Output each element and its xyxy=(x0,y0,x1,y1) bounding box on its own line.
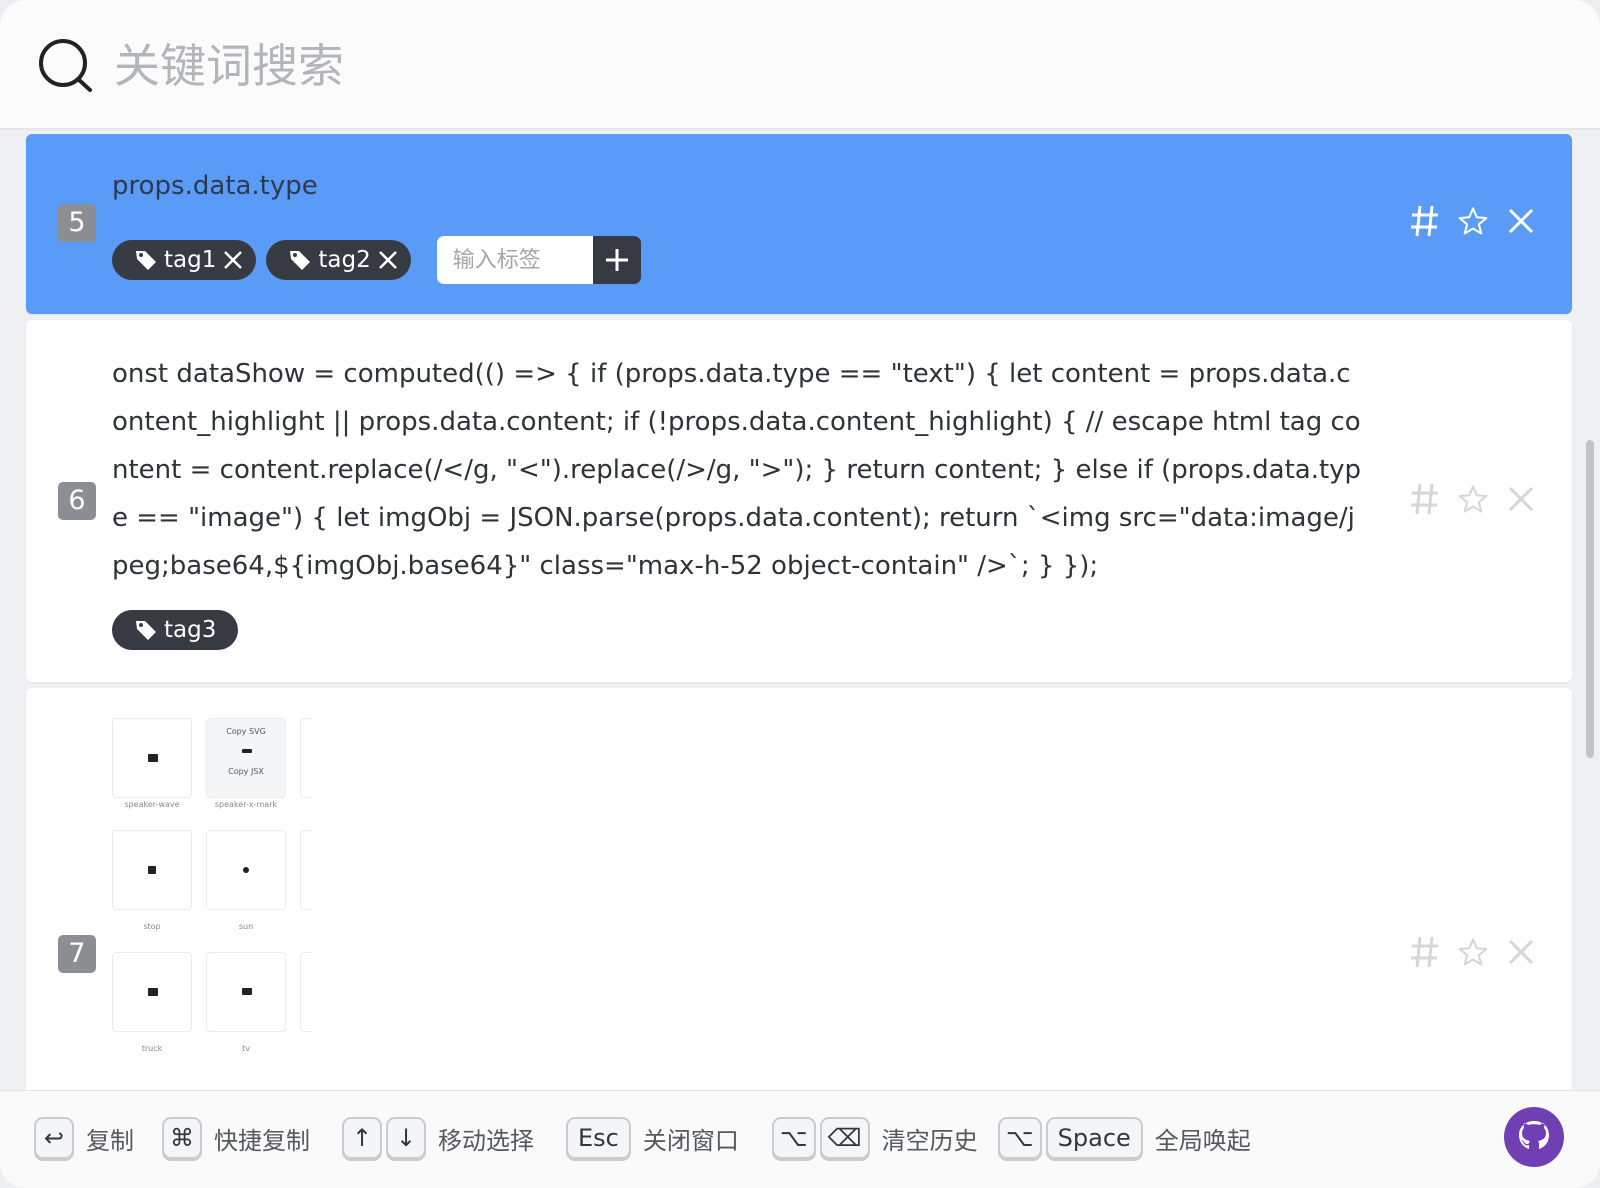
key-delete: ⌫ xyxy=(819,1117,870,1159)
icon-cell xyxy=(206,830,286,910)
key-return: ↩ xyxy=(34,1117,74,1159)
item-index-badge: 5 xyxy=(58,204,96,242)
hint-label: 关闭窗口 xyxy=(642,1126,739,1155)
cell-label: speaker-x-mark xyxy=(214,800,278,809)
hint-label: 复制 xyxy=(86,1126,134,1155)
tag-label: tag2 xyxy=(318,247,371,273)
hint-global: ⌥ Space 全局唤起 xyxy=(998,1115,1251,1161)
image-preview: Copy SVG Copy JSX speaker-wave speaker-x… xyxy=(112,718,312,1068)
tag-label: tag3 xyxy=(164,617,217,643)
tag-icon xyxy=(134,248,158,272)
hint-label: 清空历史 xyxy=(881,1126,978,1155)
scrollbar[interactable] xyxy=(1586,440,1594,758)
item-text: onst dataShow = computed(() => { if (pro… xyxy=(112,359,1362,581)
item-actions xyxy=(1410,935,1536,969)
tag-remove-icon[interactable] xyxy=(222,249,244,271)
tag-icon xyxy=(288,248,312,272)
star-icon[interactable] xyxy=(1458,935,1488,969)
hint-move: ↑ ↓ 移动选择 xyxy=(342,1115,534,1161)
close-icon[interactable] xyxy=(1506,204,1536,238)
tag-list: tag3 xyxy=(112,610,239,650)
shortcut-footer: ↩ 复制 ⌘ 快捷复制 ↑ ↓ 移动选择 Esc 关闭窗口 ⌥ ⌫ 清空历史 ⌥… xyxy=(0,1090,1600,1188)
tag-input[interactable] xyxy=(436,236,593,284)
tag-input-group xyxy=(436,236,641,284)
icon-cell: Copy SVG Copy JSX xyxy=(206,718,286,798)
key-space: Space xyxy=(1045,1117,1143,1159)
close-icon[interactable] xyxy=(1506,935,1536,969)
add-tag-button[interactable] xyxy=(592,236,641,284)
hash-icon[interactable] xyxy=(1410,935,1440,969)
key-down: ↓ xyxy=(386,1117,426,1159)
item-index-badge: 6 xyxy=(58,482,96,520)
cell-label: stop xyxy=(143,922,161,931)
icon-cell xyxy=(112,952,192,1032)
tag-chip[interactable]: tag2 xyxy=(266,240,411,280)
tag-list: tag1 tag2 xyxy=(112,236,641,284)
icon-cell xyxy=(112,830,192,910)
hash-icon[interactable] xyxy=(1410,482,1440,516)
cell-label: sun xyxy=(238,922,254,931)
key-esc: Esc xyxy=(566,1117,631,1159)
star-icon[interactable] xyxy=(1458,204,1488,238)
copy-jsx-label: Copy JSX xyxy=(228,767,264,776)
item-actions xyxy=(1410,204,1536,238)
copy-svg-label: Copy SVG xyxy=(226,727,266,736)
list-item[interactable]: 5 props.data.type tag1 tag2 xyxy=(26,134,1572,314)
tag-chip[interactable]: tag3 xyxy=(112,610,239,650)
item-text: props.data.type xyxy=(112,171,318,201)
hint-label: 快捷复制 xyxy=(214,1126,310,1155)
search-bar xyxy=(0,0,1600,130)
tag-remove-icon[interactable] xyxy=(377,249,399,271)
hint-copy: ↩ 复制 xyxy=(34,1115,134,1161)
clipboard-window: 5 props.data.type tag1 tag2 xyxy=(0,0,1600,1188)
list-item[interactable]: 7 Copy SVG Copy JSX speaker-wave speaker… xyxy=(26,688,1572,1098)
search-input[interactable] xyxy=(112,30,1416,102)
tag-chip[interactable]: tag1 xyxy=(112,240,257,280)
plus-icon xyxy=(605,249,628,271)
hash-icon[interactable] xyxy=(1410,204,1440,238)
key-option: ⌥ xyxy=(998,1117,1042,1159)
hint-clear: ⌥ ⌫ 清空历史 xyxy=(772,1115,978,1161)
close-icon[interactable] xyxy=(1506,482,1536,516)
key-option: ⌥ xyxy=(772,1117,816,1159)
github-icon[interactable] xyxy=(1504,1107,1564,1167)
tag-icon xyxy=(134,618,158,642)
item-actions xyxy=(1410,482,1536,516)
cell-label: truck xyxy=(141,1044,163,1053)
cell-label: tv xyxy=(242,1044,250,1053)
list-item[interactable]: 6 onst dataShow = computed(() => { if (p… xyxy=(26,320,1572,682)
cell-label: speaker-wave xyxy=(124,800,180,809)
item-index-badge: 7 xyxy=(58,935,96,973)
hint-label: 移动选择 xyxy=(438,1126,534,1155)
hint-label: 全局唤起 xyxy=(1154,1126,1251,1155)
hint-quick-copy: ⌘ 快捷复制 xyxy=(162,1115,310,1161)
tag-label: tag1 xyxy=(164,247,217,273)
key-up: ↑ xyxy=(342,1117,382,1159)
icon-cell xyxy=(112,718,192,798)
search-icon xyxy=(39,39,92,92)
icon-cell xyxy=(206,952,286,1032)
star-icon[interactable] xyxy=(1458,482,1488,516)
hint-close: Esc 关闭窗口 xyxy=(566,1115,739,1161)
key-command: ⌘ xyxy=(162,1117,202,1159)
